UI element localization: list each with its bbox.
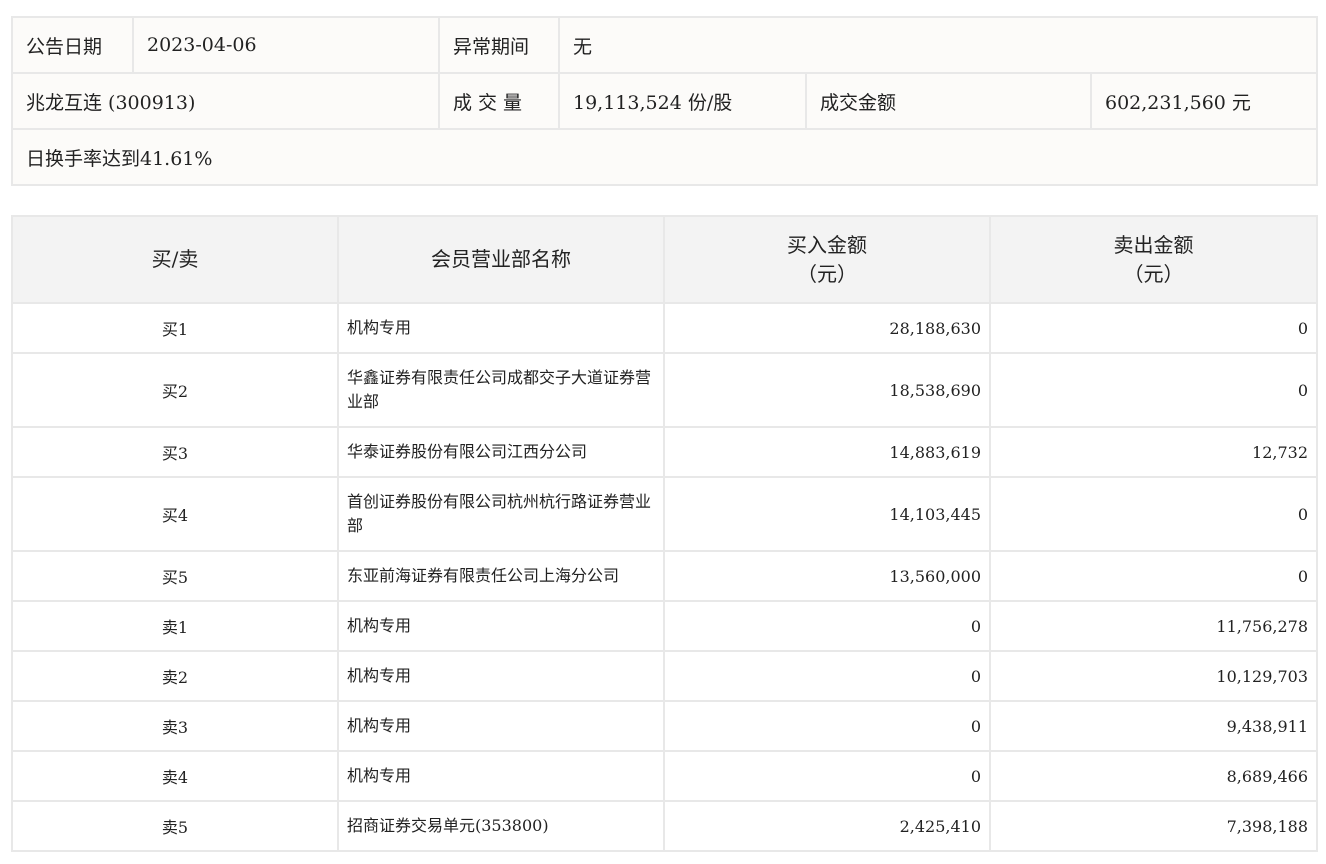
table-row: 卖4 机构专用 0 8,689,466 <box>11 750 1318 802</box>
table-row: 卖1 机构专用 0 11,756,278 <box>11 600 1318 652</box>
stock-name: 兆龙互连 (300913) <box>11 72 440 130</box>
header-sell-amount: 卖出金额 （元） <box>989 215 1318 304</box>
trading-seats-table: 买/卖 会员营业部名称 买入金额 （元） 卖出金额 （元） 买1 机构专用 28… <box>11 215 1318 852</box>
sell-amount-cell: 12,732 <box>989 426 1318 478</box>
table-row: 卖2 机构专用 0 10,129,703 <box>11 650 1318 702</box>
amount-value: 602,231,560 元 <box>1089 72 1319 130</box>
buy-amount-cell: 14,883,619 <box>663 426 991 478</box>
table-row: 卖3 机构专用 0 9,438,911 <box>11 700 1318 752</box>
member-cell: 机构专用 <box>337 302 665 354</box>
sell-amount-cell: 0 <box>989 302 1318 354</box>
table-row: 买5 东亚前海证券有限责任公司上海分公司 13,560,000 0 <box>11 550 1318 602</box>
table-row: 买2 华鑫证券有限责任公司成都交子大道证券营业部 18,538,690 0 <box>11 352 1318 428</box>
side-cell: 卖5 <box>11 800 339 852</box>
table-row: 买1 机构专用 28,188,630 0 <box>11 302 1318 354</box>
member-cell: 东亚前海证券有限责任公司上海分公司 <box>337 550 665 602</box>
buy-amount-cell: 0 <box>663 700 991 752</box>
side-cell: 买2 <box>11 352 339 428</box>
sell-amount-cell: 9,438,911 <box>989 700 1318 752</box>
header-side: 买/卖 <box>11 215 339 304</box>
buy-amount-cell: 2,425,410 <box>663 800 991 852</box>
member-cell: 机构专用 <box>337 600 665 652</box>
volume-label: 成交量 <box>438 72 560 130</box>
member-cell: 华泰证券股份有限公司江西分公司 <box>337 426 665 478</box>
announcement-info-table: 公告日期 2023-04-06 异常期间 无 兆龙互连 (300913) 成交量… <box>10 16 1319 186</box>
sell-amount-cell: 0 <box>989 352 1318 428</box>
side-cell: 买5 <box>11 550 339 602</box>
announce-date-label: 公告日期 <box>11 16 134 74</box>
announce-date-value: 2023-04-06 <box>132 16 440 74</box>
buy-amount-cell: 13,560,000 <box>663 550 991 602</box>
table-header-row: 买/卖 会员营业部名称 买入金额 （元） 卖出金额 （元） <box>11 215 1318 304</box>
sell-amount-cell: 0 <box>989 550 1318 602</box>
sell-amount-cell: 7,398,188 <box>989 800 1318 852</box>
side-cell: 买3 <box>11 426 339 478</box>
table-row: 买3 华泰证券股份有限公司江西分公司 14,883,619 12,732 <box>11 426 1318 478</box>
table-row: 卖5 招商证券交易单元(353800) 2,425,410 7,398,188 <box>11 800 1318 852</box>
header-sell-line1: 卖出金额 <box>1113 232 1194 257</box>
reason-text: 日换手率达到41.61% <box>10 128 1319 186</box>
side-cell: 卖1 <box>11 600 339 652</box>
side-cell: 买1 <box>11 302 339 354</box>
side-cell: 卖4 <box>11 750 339 802</box>
member-cell: 首创证券股份有限公司杭州杭行路证券营业部 <box>337 476 665 552</box>
table-row: 买4 首创证券股份有限公司杭州杭行路证券营业部 14,103,445 0 <box>11 476 1318 552</box>
sell-amount-cell: 8,689,466 <box>989 750 1318 802</box>
info-row: 公告日期 2023-04-06 异常期间 无 <box>11 16 1319 74</box>
buy-amount-cell: 14,103,445 <box>663 476 991 552</box>
header-buy-line2: （元） <box>797 261 857 286</box>
info-row: 兆龙互连 (300913) 成交量 19,113,524 份/股 成交金额 60… <box>11 72 1319 130</box>
buy-amount-cell: 28,188,630 <box>663 302 991 354</box>
abnormal-period-value: 无 <box>557 16 1319 74</box>
header-member: 会员营业部名称 <box>337 215 665 304</box>
header-sell-line2: （元） <box>1123 261 1184 286</box>
sell-amount-cell: 0 <box>989 476 1318 552</box>
amount-label: 成交金额 <box>805 72 1092 130</box>
side-cell: 卖2 <box>11 650 339 702</box>
header-buy-line1: 买入金额 <box>787 232 867 257</box>
info-row: 日换手率达到41.61% <box>10 128 1319 186</box>
member-cell: 招商证券交易单元(353800) <box>337 800 665 852</box>
side-cell: 卖3 <box>11 700 339 752</box>
sell-amount-cell: 10,129,703 <box>989 650 1318 702</box>
buy-amount-cell: 0 <box>663 600 991 652</box>
buy-amount-cell: 18,538,690 <box>663 352 991 428</box>
abnormal-period-label: 异常期间 <box>438 16 560 74</box>
buy-amount-cell: 0 <box>663 750 991 802</box>
member-cell: 机构专用 <box>337 750 665 802</box>
sell-amount-cell: 11,756,278 <box>989 600 1318 652</box>
volume-value: 19,113,524 份/股 <box>558 72 807 130</box>
side-cell: 买4 <box>11 476 339 552</box>
member-cell: 华鑫证券有限责任公司成都交子大道证券营业部 <box>337 352 665 428</box>
header-buy-amount: 买入金额 （元） <box>663 215 991 304</box>
buy-amount-cell: 0 <box>663 650 991 702</box>
member-cell: 机构专用 <box>337 700 665 752</box>
member-cell: 机构专用 <box>337 650 665 702</box>
